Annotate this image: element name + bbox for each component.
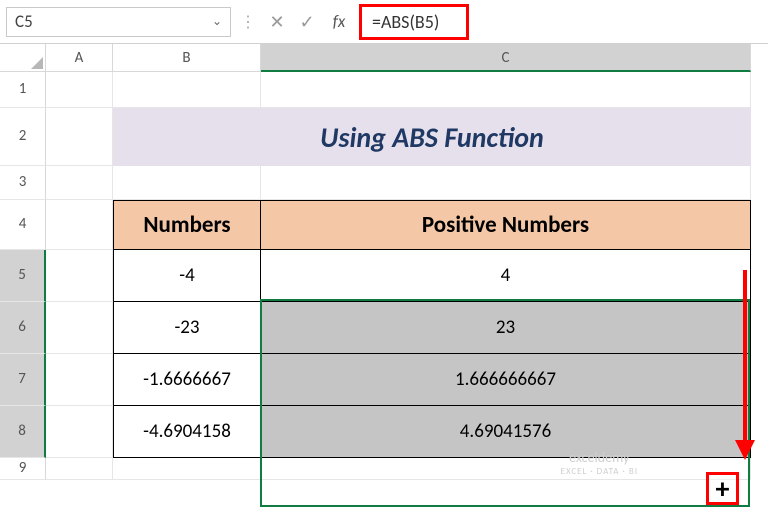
- cell-a5[interactable]: [46, 250, 113, 302]
- row-header-2[interactable]: 2: [0, 108, 46, 166]
- cancel-icon[interactable]: ✕: [265, 11, 289, 33]
- cell-c1[interactable]: [261, 72, 751, 108]
- select-all-corner[interactable]: [0, 44, 46, 72]
- cell-a3[interactable]: [46, 166, 113, 200]
- cell-c9[interactable]: [261, 458, 751, 480]
- cell-a9[interactable]: [46, 458, 113, 480]
- row-header-7[interactable]: 7: [0, 354, 46, 406]
- cell-b7[interactable]: -1.6666667: [113, 354, 261, 406]
- name-box-value: C5: [15, 11, 33, 32]
- separator: ⋮: [237, 12, 259, 32]
- row-header-9[interactable]: 9: [0, 458, 46, 480]
- cell-a8[interactable]: [46, 406, 113, 458]
- cell-b9[interactable]: [113, 458, 261, 480]
- cell-a2[interactable]: [46, 108, 113, 166]
- row-header-5[interactable]: 5: [0, 250, 46, 302]
- cell-b8[interactable]: -4.6904158: [113, 406, 261, 458]
- cell-a4[interactable]: [46, 200, 113, 250]
- spreadsheet-grid: A B C 1 2 Using ABS Function 3 4 Numbers…: [0, 44, 768, 480]
- cell-b3[interactable]: [113, 166, 261, 200]
- row-header-8[interactable]: 8: [0, 406, 46, 458]
- cell-b5[interactable]: -4: [113, 250, 261, 302]
- cell-c3[interactable]: [261, 166, 751, 200]
- formula-input[interactable]: =ABS(B5): [359, 4, 469, 40]
- cell-a6[interactable]: [46, 302, 113, 354]
- title-cell[interactable]: Using ABS Function: [113, 108, 751, 166]
- formula-bar: C5 ⌄ ⋮ ✕ ✓ fx =ABS(B5): [0, 0, 768, 44]
- header-positive-numbers[interactable]: Positive Numbers: [261, 200, 751, 250]
- fx-icon[interactable]: fx: [325, 11, 353, 32]
- cell-c5[interactable]: 4: [261, 250, 751, 302]
- col-header-b[interactable]: B: [113, 44, 261, 72]
- plus-icon: +: [716, 471, 730, 506]
- cell-c7[interactable]: 1.666666667: [261, 354, 751, 406]
- cell-c6[interactable]: 23: [261, 302, 751, 354]
- cell-b1[interactable]: [113, 72, 261, 108]
- fill-handle-cursor[interactable]: +: [706, 472, 739, 505]
- cell-a7[interactable]: [46, 354, 113, 406]
- name-box[interactable]: C5 ⌄: [6, 7, 231, 37]
- row-header-4[interactable]: 4: [0, 200, 46, 250]
- header-numbers[interactable]: Numbers: [113, 200, 261, 250]
- row-header-6[interactable]: 6: [0, 302, 46, 354]
- dropdown-icon[interactable]: ⌄: [212, 14, 222, 29]
- cell-a1[interactable]: [46, 72, 113, 108]
- cell-b6[interactable]: -23: [113, 302, 261, 354]
- row-header-3[interactable]: 3: [0, 166, 46, 200]
- col-header-c[interactable]: C: [261, 44, 751, 72]
- col-header-a[interactable]: A: [46, 44, 113, 72]
- enter-icon[interactable]: ✓: [295, 11, 319, 33]
- cell-c8[interactable]: 4.69041576: [261, 406, 751, 458]
- row-header-1[interactable]: 1: [0, 72, 46, 108]
